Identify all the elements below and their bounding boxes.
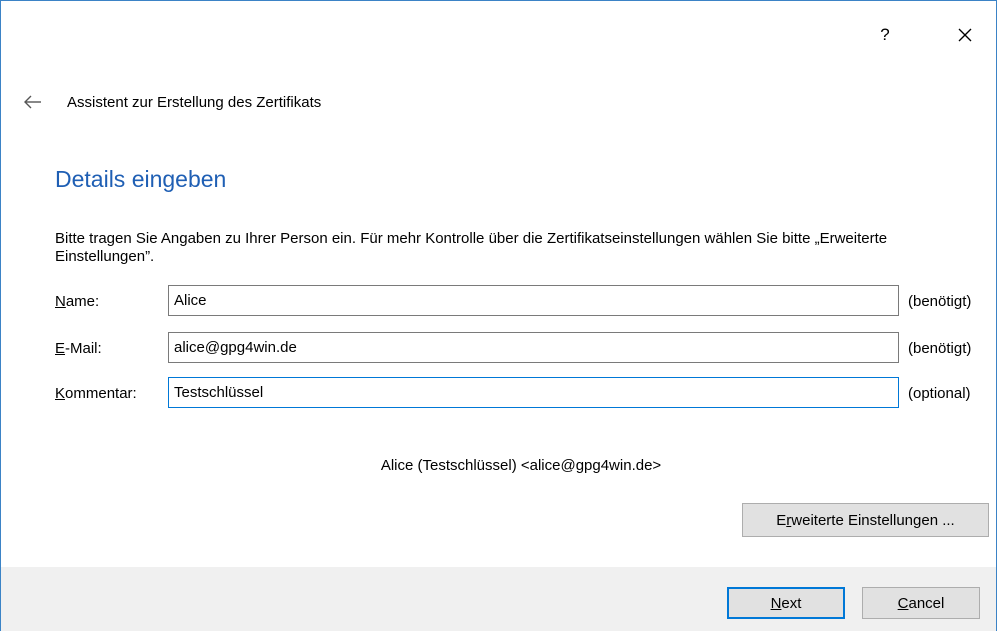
help-label: ? — [880, 25, 890, 44]
advanced-settings-button[interactable]: Er weiterte Einstellungen ... — [742, 503, 989, 537]
next-accesskey: N — [770, 594, 782, 612]
name-required-hint: (benötigt) — [908, 293, 972, 310]
next-button[interactable]: Next — [727, 587, 845, 619]
user-id-preview: Alice (Testschlüssel) <alice@gpg4win.de> — [380, 457, 662, 474]
comment-label-accesskey: K — [55, 385, 66, 402]
comment-label: Kommentar: — [55, 385, 137, 402]
close-button[interactable] — [943, 15, 987, 55]
back-button[interactable] — [19, 89, 47, 115]
email-required-hint: (benötigt) — [908, 340, 972, 357]
comment-label-text: ommentar: — [65, 385, 137, 402]
help-button[interactable]: ? — [863, 15, 907, 55]
email-label: E-Mail: — [55, 340, 102, 357]
advanced-settings-label-end: weiterte Einstellungen ... — [791, 511, 955, 529]
email-input[interactable] — [168, 332, 899, 363]
name-label-accesskey: N — [55, 293, 66, 310]
intro-text: Bitte tragen Sie Angaben zu Ihrer Person… — [55, 230, 888, 265]
name-label-text: ame: — [65, 293, 100, 310]
email-label-accesskey: E — [55, 340, 66, 357]
back-arrow-icon — [24, 95, 41, 109]
cancel-button[interactable]: Cancel — [862, 587, 980, 619]
advanced-settings-label-start: E — [776, 511, 787, 529]
comment-optional-hint: (optional) — [908, 385, 971, 402]
name-label: Name: — [55, 293, 99, 310]
wizard-window: ? Assistent zur Erstellung des Zertifika… — [0, 0, 997, 631]
name-input[interactable] — [168, 285, 899, 316]
cancel-accesskey: C — [897, 594, 909, 612]
close-icon — [958, 28, 972, 42]
wizard-title: Assistent zur Erstellung des Zertifikats — [67, 94, 322, 111]
button-bar — [1, 567, 996, 631]
next-label: ext — [781, 594, 802, 612]
cancel-label: ancel — [908, 594, 945, 612]
email-label-text: -Mail: — [65, 340, 102, 357]
comment-input[interactable] — [168, 377, 899, 408]
page-title: Details eingeben — [55, 166, 227, 192]
